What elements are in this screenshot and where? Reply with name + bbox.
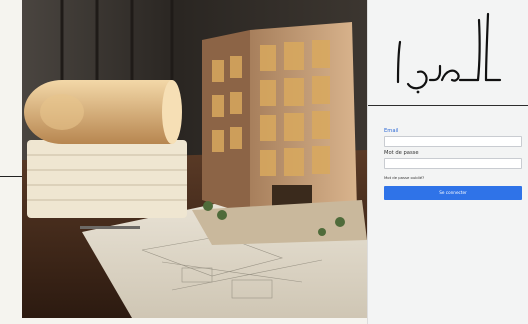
password-field[interactable] (384, 158, 522, 169)
hero-image (22, 0, 367, 318)
header-divider (368, 105, 528, 106)
brand-calligraphy-icon (396, 12, 502, 94)
email-label: Email (384, 128, 399, 134)
architecture-illustration-icon (22, 0, 367, 318)
password-label: Mot de passe (384, 150, 419, 156)
login-form: Email Mot de passe Mot de passe oublié? … (384, 127, 522, 200)
login-panel: Email Mot de passe Mot de passe oublié? … (367, 0, 528, 324)
login-button[interactable]: Se connecter (384, 186, 522, 200)
email-field[interactable] (384, 136, 522, 147)
forgot-password-link[interactable]: Mot de passe oublié? (384, 175, 522, 181)
brand-logo (368, 0, 528, 104)
